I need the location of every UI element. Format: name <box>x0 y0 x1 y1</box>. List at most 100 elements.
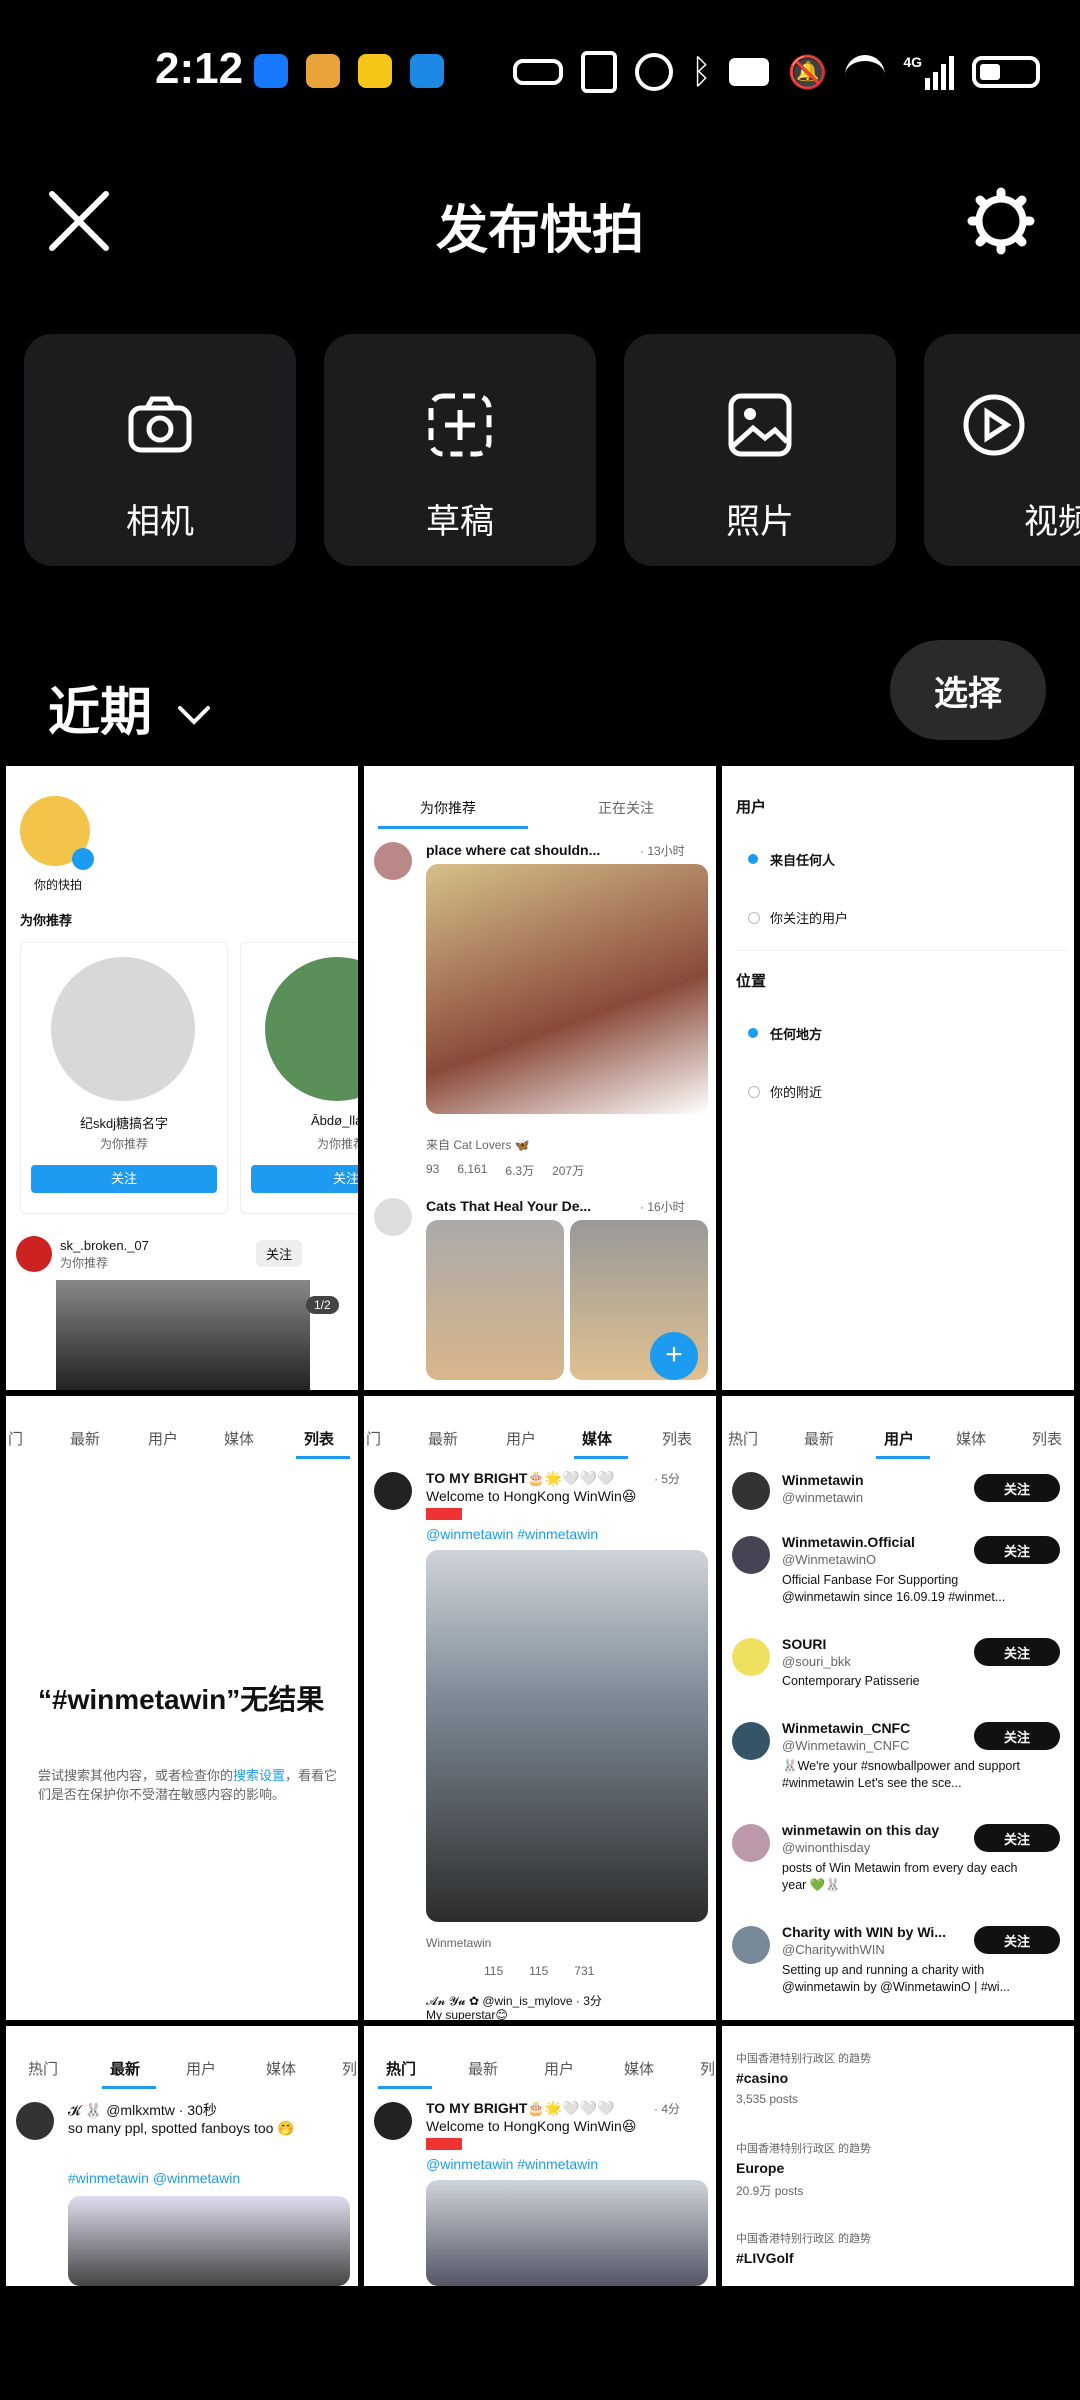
camera-icon <box>128 396 192 453</box>
option-label: 来自任何人 <box>770 853 836 868</box>
tab-indicator <box>876 1456 930 1459</box>
album-selector[interactable]: 近期 <box>48 670 214 745</box>
tab-indicator <box>378 2086 432 2089</box>
post-stats: 93 6,161 6.3万 207万 <box>426 1162 584 1179</box>
avatar <box>732 1472 770 1510</box>
tab: 最新 <box>468 2061 499 2078</box>
option-label: 你的附近 <box>770 1085 823 1100</box>
search-tabs: 门 最新 用户 媒体 列表 <box>6 1428 358 1459</box>
tab-active: 列表 <box>304 1431 335 1448</box>
suggest-card: 纪skdj糖搞名字 为你推荐 关注 <box>20 942 228 1214</box>
tab: 最新 <box>70 1431 101 1448</box>
user-bio: Contemporary Patisserie <box>782 1674 920 1688</box>
like-count: 115 <box>529 1964 549 1978</box>
follow-button: 关注 <box>974 1926 1060 1954</box>
wifi-icon <box>845 55 886 89</box>
photo-tile[interactable]: 照片 <box>624 334 896 566</box>
video-tile[interactable]: 视频 <box>924 334 1080 566</box>
search-settings-link: 搜索设置 <box>233 1768 286 1783</box>
thumbnail[interactable]: 热门 最新 用户 媒体 列 TO MY BRIGHT🎂🌟🤍🤍🤍 · 4分 Wel… <box>364 2026 716 2286</box>
tab: 门 <box>366 1431 382 1448</box>
follow-button: 关注 <box>256 1240 303 1267</box>
page-title: 发布快拍 <box>435 202 644 260</box>
thumbnail[interactable]: 门 最新 用户 媒体 列表 “#winmetawin”无结果 尝试搜索其他内容，… <box>6 1396 358 2020</box>
tab-indicator <box>378 826 528 829</box>
draft-label: 草稿 <box>426 503 494 541</box>
photo-label: 照片 <box>726 503 794 541</box>
thumbnail[interactable]: 用户 来自任何人 你关注的用户 位置 任何地方 你的附近 <box>722 766 1074 1390</box>
card-name: Ābdø_llah <box>311 1113 358 1128</box>
avatar <box>732 1638 770 1676</box>
radio-icon <box>748 912 760 924</box>
user-name: Winmetawin_CNFC <box>782 1720 911 1736</box>
user-name: Charity with WIN by Wi... <box>782 1924 946 1940</box>
post-user: TO MY BRIGHT🎂🌟🤍🤍🤍 <box>426 2100 615 2116</box>
user-handle: @souri_bkk <box>782 1654 851 1669</box>
like-count: 6.3万 <box>505 1164 535 1178</box>
follow-button: 关注 <box>974 1536 1060 1564</box>
thumbnail[interactable]: 为你推荐 正在关注 place where cat shouldn... · 1… <box>364 766 716 1390</box>
trend-tag: #LIVGolf <box>736 2250 794 2266</box>
trend-region: 中国香港特别行政区 的趋势 <box>736 2053 872 2065</box>
post-text: so many ppl, spotted fanboys too 🤭 <box>68 2120 295 2136</box>
avatar <box>374 1472 412 1510</box>
trend-region: 中国香港特别行政区 的趋势 <box>736 2233 872 2245</box>
empty-headline: “#winmetawin”无结果 <box>38 1684 325 1715</box>
tab: 最新 <box>804 1431 835 1448</box>
post-time: · 16小时 <box>640 1200 685 1214</box>
repost-count: 6,161 <box>457 1162 488 1176</box>
search-tabs: 热门 最新 用户 媒体 列表 <box>722 1428 1074 1459</box>
thumbnail[interactable]: 热门 最新 用户 媒体 列表 Winmetawin @winmetawin 关注… <box>722 1396 1074 2020</box>
thumbnail[interactable]: 中国香港特别行政区 的趋势 #casino 3,535 posts 中国香港特别… <box>722 2026 1074 2286</box>
thumbnail[interactable]: 门 最新 用户 媒体 列表 TO MY BRIGHT🎂🌟🤍🤍🤍 · 5分 Wel… <box>364 1396 716 2020</box>
add-story-icon <box>72 848 94 870</box>
tab: 用户 <box>186 2061 217 2078</box>
post-sub: 为你推荐 <box>60 1256 109 1270</box>
tab-active: 用户 <box>884 1431 915 1448</box>
tab: 热门 <box>28 2061 59 2078</box>
camera-icon <box>729 58 770 86</box>
cat-photo <box>426 1220 564 1380</box>
avatar <box>732 1926 770 1964</box>
user-bio: posts of Win Metawin from every day each… <box>782 1861 1018 1892</box>
follow-button: 关注 <box>974 1638 1060 1666</box>
avatar <box>732 1536 770 1574</box>
page-indicator: 1/2 <box>306 1296 339 1314</box>
tab-active: 最新 <box>110 2061 141 2078</box>
option-label: 你关注的用户 <box>770 911 849 926</box>
photo-caption: Winmetawin <box>426 1936 492 1950</box>
post-photo <box>426 2180 708 2286</box>
radio-icon <box>748 1086 760 1098</box>
album-label: 近期 <box>48 684 153 742</box>
status-time: 2:12 <box>155 44 244 93</box>
avatar <box>374 2102 412 2140</box>
tab: 列 <box>342 2061 358 2078</box>
tab-active: 热门 <box>386 2061 417 2078</box>
trend-tag: Europe <box>736 2160 785 2176</box>
gear-icon[interactable] <box>966 186 1036 256</box>
trend-region: 中国香港特别行政区 的趋势 <box>736 2143 872 2155</box>
avatar <box>16 2102 54 2140</box>
draft-tile[interactable]: 草稿 <box>324 334 596 566</box>
thumbnail[interactable]: 热门 最新 用户 媒体 列 𝓚 🐰 @mlkxmtw · 30秒 so many… <box>6 2026 358 2286</box>
photo-icon <box>728 393 792 457</box>
post-text: Welcome to HongKong WinWin😆 <box>426 2118 637 2134</box>
select-button[interactable]: 选择 <box>890 640 1046 740</box>
tab: 列表 <box>1032 1431 1063 1448</box>
story-label: 你的快拍 <box>34 878 83 892</box>
tab-active: 媒体 <box>582 1431 613 1448</box>
thumbnail[interactable]: 你的快拍 为你推荐 纪skdj糖搞名字 为你推荐 关注 Ābdø_llah 为你… <box>6 766 358 1390</box>
avatar <box>732 1722 770 1760</box>
divider <box>736 950 1066 951</box>
repost-count: 115 <box>484 1964 504 1978</box>
draft-icon <box>428 393 492 457</box>
user-name: SOURI <box>782 1636 827 1652</box>
chevron-down-icon <box>178 706 211 725</box>
card-sub: 为你推荐 <box>317 1137 358 1151</box>
card-sub: 为你推荐 <box>99 1137 148 1151</box>
option-label: 任何地方 <box>770 1027 823 1042</box>
camera-tile[interactable]: 相机 <box>24 334 296 566</box>
avatar <box>16 1236 52 1272</box>
reply-count: 93 <box>426 1162 440 1176</box>
empty-body: 尝试搜索其他内容，或者检查你的搜索设置，看看它们是否在保护你不受潜在敏感内容的影… <box>38 1766 338 1804</box>
